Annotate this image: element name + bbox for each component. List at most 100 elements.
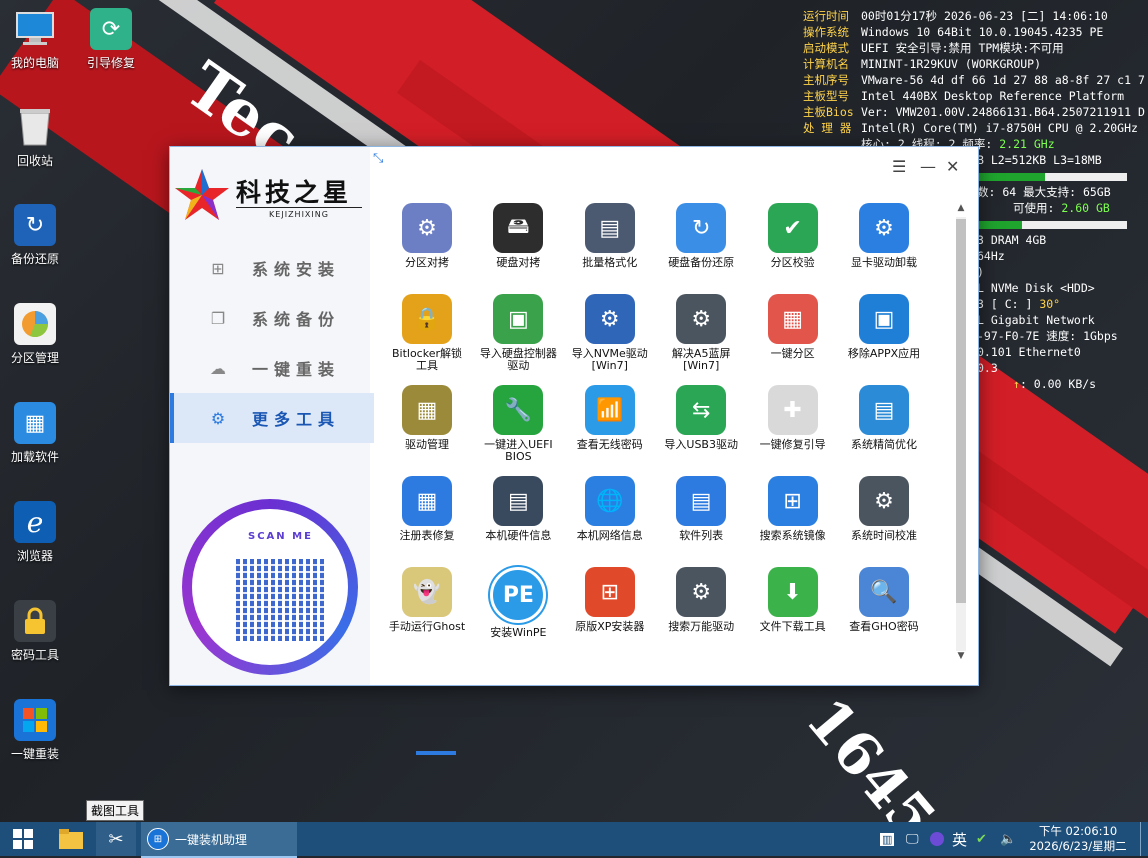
start-button[interactable] [8, 822, 38, 856]
tray-check-icon[interactable]: ✔ [976, 822, 987, 856]
expand-icon[interactable]: ⤡ [373, 151, 383, 166]
minimize-button[interactable]: — [920, 157, 936, 176]
desktop-icon-boot-repair[interactable]: ⟳ 引导修复 [82, 8, 140, 71]
mac-text: -97-F0-7E 速度: 1Gbps [977, 329, 1118, 343]
menu-button[interactable]: ☰ [892, 157, 906, 176]
tool-item[interactable]: 🖴 硬盘对拷 [473, 203, 563, 269]
tray-ime[interactable]: 英 [952, 822, 967, 856]
sysinfo-key: 主板Bios [803, 105, 854, 119]
tool-item[interactable]: ⚙ 显卡驱动卸载 [839, 203, 929, 269]
taskbar-app-one-click-assistant[interactable]: ⊞ 一键装机助理 [141, 822, 297, 858]
sysinfo-row: 主板型号 Intel 440BX Desktop Reference Platfo… [803, 88, 1148, 104]
tray-volume-icon[interactable]: 🔈 [1000, 822, 1016, 856]
tool-item[interactable]: ⚙ 导入NVMe驱动 [Win7] [565, 294, 655, 372]
file-explorer-button[interactable] [54, 822, 88, 856]
ram-freq-text: 64Hz [977, 249, 1005, 263]
desktop-icon-backup-restore[interactable]: ↻ 备份还原 [6, 204, 64, 267]
tool-item[interactable]: ▣ 移除APPX应用 [839, 294, 929, 360]
tool-icon: ▤ [493, 476, 544, 526]
scrollbar[interactable]: ▲ ▼ [954, 203, 968, 665]
tool-item[interactable]: ↻ 硬盘备份还原 [656, 203, 746, 269]
tool-item[interactable]: PE 安装WinPE [473, 567, 563, 639]
tray-vm-icon[interactable]: ▥ [880, 822, 895, 856]
desktop-icon-recycle-bin[interactable]: 回收站 [6, 106, 64, 169]
tool-icon: 🔧 [493, 385, 544, 435]
copy-icon: ❐ [210, 308, 226, 328]
tool-icon: ⚙ [676, 567, 727, 617]
qr-inner: SCAN ME [192, 509, 348, 665]
tray-network-icon[interactable]: 🖵 [906, 822, 919, 856]
tool-item[interactable]: ⚙ 解决A5蓝屏 [Win7] [656, 294, 746, 372]
nav-item-system-backup[interactable]: ❐ 系统备份 [170, 293, 370, 343]
tool-label: 原版XP安装器 [575, 620, 645, 633]
nav-label: 系统备份 [252, 310, 341, 329]
tool-icon: PE [490, 567, 547, 623]
qr-caption: SCAN ME [248, 531, 313, 542]
desktop-icon-label: 回收站 [16, 154, 53, 168]
tool-item[interactable]: ▣ 导入硬盘控制器 驱动 [473, 294, 563, 372]
tool-item[interactable]: ⚙ 分区对拷 [382, 203, 472, 269]
sysinfo-key: 处 理 器 [803, 121, 852, 135]
tool-item[interactable]: 🔍 查看GHO密码 [839, 567, 929, 633]
scroll-up-icon[interactable]: ▲ [954, 203, 968, 213]
scroll-thumb[interactable] [956, 219, 966, 603]
tool-icon: ▦ [402, 385, 452, 435]
tool-icon: ✔ [767, 203, 818, 253]
tool-item[interactable]: ▤ 本机硬件信息 [473, 476, 563, 542]
scroll-down-icon[interactable]: ▼ [954, 651, 968, 661]
check-icon: ✔ [976, 831, 987, 847]
tool-icon: ↻ [676, 203, 727, 253]
tool-item[interactable]: ⊞ 原版XP安装器 [565, 567, 655, 633]
tool-item[interactable]: ✚ 一键修复引导 [748, 385, 838, 451]
tool-item[interactable]: ▦ 驱动管理 [382, 385, 472, 451]
nav-item-more-tools[interactable]: ⚙ 更多工具 [170, 393, 374, 443]
sysinfo-row: 操作系统 Windows 10 64Bit 10.0.19045.4235 PE [803, 24, 1148, 40]
tool-item[interactable]: ▦ 注册表修复 [382, 476, 472, 542]
tool-label: 导入硬盘控制器 驱动 [479, 347, 557, 372]
nav-item-system-install[interactable]: ⊞ 系统安装 [170, 243, 370, 293]
memory-usage-bar [977, 220, 1127, 229]
tool-item[interactable]: ⬇ 文件下载工具 [748, 567, 838, 633]
snipping-tool-button[interactable]: ✂ [96, 822, 136, 856]
nav-item-one-click-reinstall[interactable]: ☁ 一键重装 [170, 343, 370, 393]
tooltip: 截图工具 [86, 800, 145, 821]
desktop-icon-my-computer[interactable]: 我的电脑 [6, 8, 64, 71]
tool-icon: ▤ [676, 476, 727, 526]
show-desktop-divider[interactable] [1140, 822, 1141, 856]
ram-text: 3 DRAM 4GB [977, 233, 1047, 247]
tool-item[interactable]: 👻 手动运行Ghost [382, 567, 472, 633]
tool-item[interactable]: ⇆ 导入USB3驱动 [656, 385, 746, 451]
tool-item[interactable]: ▤ 软件列表 [656, 476, 746, 542]
desktop-icon-one-click-reinstall[interactable]: 一键重装 [6, 699, 64, 762]
tool-item[interactable]: ⊞ 搜索系统镜像 [748, 476, 838, 542]
tray-assist-icon[interactable] [930, 822, 944, 856]
disk-temperature: 30° [1039, 297, 1061, 311]
memory-usage-fill [977, 220, 1022, 229]
tool-item[interactable]: 🔧 一键进入UEFI BIOS [473, 385, 563, 463]
tool-item[interactable]: ✔ 分区校验 [748, 203, 838, 269]
tool-item[interactable]: 📶 查看无线密码 [565, 385, 655, 451]
tool-item[interactable]: 🔒 Bitlocker解锁 工具 [382, 294, 472, 372]
tool-item[interactable]: ⚙ 系统时间校准 [839, 476, 929, 542]
tool-icon: ▤ [584, 203, 635, 253]
volume-icon: 🔈 [1000, 831, 1017, 847]
scissors-icon: ✂ [108, 828, 124, 850]
desktop-icon-load-software[interactable]: ▦ 加载软件 [6, 402, 64, 465]
tool-item[interactable]: ▦ 一键分区 [748, 294, 838, 360]
desktop-icon-partition-manager[interactable]: 分区管理 [6, 303, 64, 366]
tool-item[interactable]: 🌐 本机网络信息 [565, 476, 655, 542]
desktop-icon-browser[interactable]: e 浏览器 [6, 501, 64, 564]
tool-icon: ⚙ [859, 476, 909, 526]
memory-slots-text: 数: 64 最大支持: 65GB [977, 185, 1111, 199]
desktop-icon-password-tool[interactable]: 密码工具 [6, 600, 64, 663]
sysinfo-value: MININT-1R29KUV (WORKGROUP) [861, 57, 1042, 71]
tool-item[interactable]: ⚙ 搜索万能驱动 [656, 567, 746, 633]
tool-item[interactable]: ▤ 系统精简优化 [839, 385, 929, 451]
tool-icon: ⇆ [676, 385, 727, 435]
tool-item[interactable]: ▤ 批量格式化 [565, 203, 655, 269]
taskbar-clock[interactable]: 下午 02:06:10 2026/6/23/星期二 [1028, 824, 1128, 854]
close-button[interactable]: ✕ [946, 157, 959, 176]
tool-icon: 📶 [584, 385, 635, 435]
clock-date: 2026/6/23/星期二 [1029, 839, 1127, 853]
tool-label: 软件列表 [679, 529, 724, 542]
